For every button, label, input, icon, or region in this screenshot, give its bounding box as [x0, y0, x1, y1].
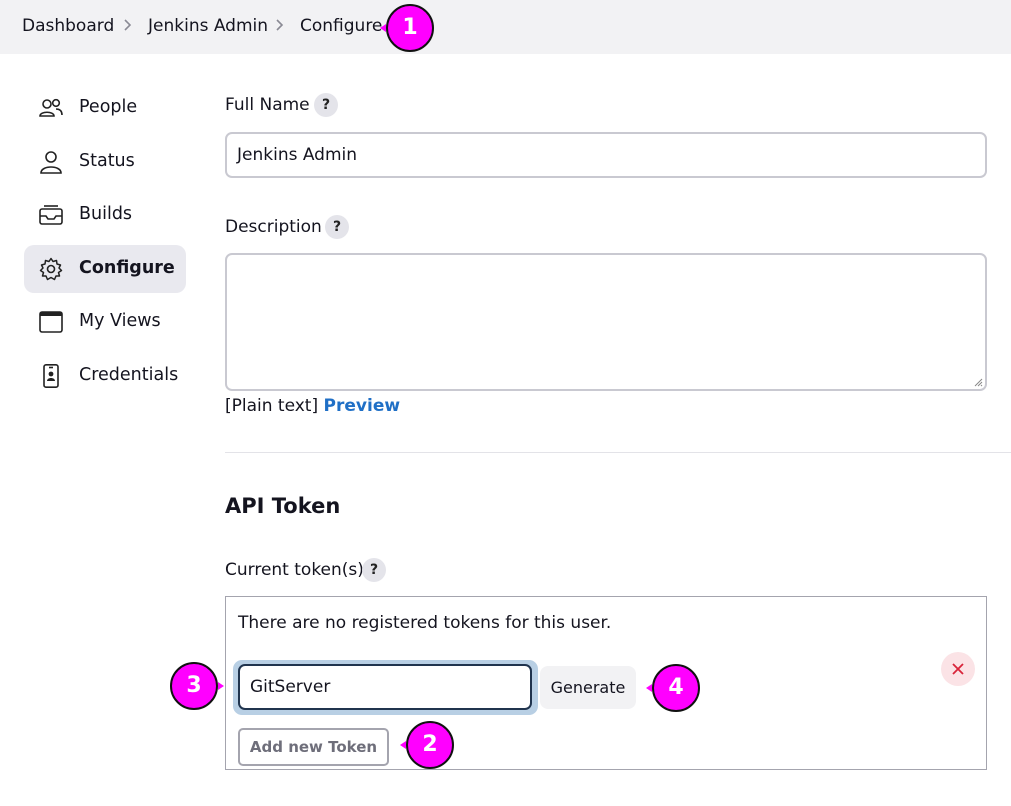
generate-button[interactable]: Generate	[540, 666, 636, 709]
current-tokens-label: Current token(s)	[225, 560, 364, 580]
description-textarea[interactable]	[225, 253, 987, 391]
token-name-value: GitServer	[250, 677, 331, 697]
sidebar-item-label: Credentials	[79, 365, 179, 385]
full-name-label: Full Name	[225, 95, 310, 115]
chevron-right-icon	[276, 19, 284, 31]
annotation-badge-1: 1	[386, 4, 434, 52]
sidebar-item-label: Builds	[79, 204, 133, 224]
no-tokens-message: There are no registered tokens for this …	[238, 613, 612, 633]
sidebar-item-credentials[interactable]: Credentials	[24, 352, 186, 400]
sidebar-item-people[interactable]: People	[24, 84, 186, 132]
annotation-badge-4: 4	[652, 664, 700, 712]
id-card-icon	[43, 364, 59, 388]
breadcrumb-dashboard[interactable]: Dashboard	[22, 16, 114, 36]
annotation-badge-2: 2	[406, 721, 454, 769]
add-new-token-button[interactable]: Add new Token	[238, 728, 389, 766]
current-tokens-help-button[interactable]: ?	[362, 558, 386, 582]
breadcrumb-configure[interactable]: Configure	[300, 16, 382, 36]
sidebar-item-status[interactable]: Status	[24, 138, 186, 186]
remove-token-button[interactable]	[941, 652, 975, 686]
sidebar-item-my-views[interactable]: My Views	[24, 298, 186, 346]
format-text: [Plain text] Preview	[225, 396, 400, 416]
description-label: Description	[225, 217, 322, 237]
full-name-field[interactable]: Jenkins Admin	[225, 132, 987, 178]
chevron-right-icon	[124, 19, 132, 31]
format-label: [Plain text]	[225, 396, 319, 416]
gear-icon	[39, 257, 63, 281]
sidebar-item-label: Status	[79, 151, 135, 171]
close-icon	[952, 663, 964, 675]
description-help-button[interactable]: ?	[325, 215, 349, 239]
full-name-value: Jenkins Admin	[237, 145, 358, 165]
breadcrumb-jenkins-admin[interactable]: Jenkins Admin	[148, 16, 268, 36]
sidebar-item-label: People	[79, 97, 138, 117]
sidebar-item-label: My Views	[79, 311, 161, 331]
preview-link[interactable]: Preview	[324, 396, 401, 416]
annotation-pointer	[218, 682, 224, 690]
annotation-badge-3: 3	[170, 662, 218, 710]
window-icon	[39, 311, 63, 333]
token-name-input[interactable]: GitServer	[238, 664, 532, 710]
full-name-help-button[interactable]: ?	[314, 93, 338, 117]
sidebar-item-label: Configure	[79, 258, 175, 278]
section-divider	[225, 452, 1011, 453]
people-icon	[39, 98, 63, 117]
inbox-icon	[39, 205, 63, 225]
user-icon	[40, 151, 62, 174]
resize-grip-icon[interactable]	[973, 377, 983, 387]
sidebar-item-configure[interactable]: Configure	[24, 245, 186, 293]
sidebar-item-builds[interactable]: Builds	[24, 191, 186, 239]
api-token-heading: API Token	[225, 494, 341, 518]
